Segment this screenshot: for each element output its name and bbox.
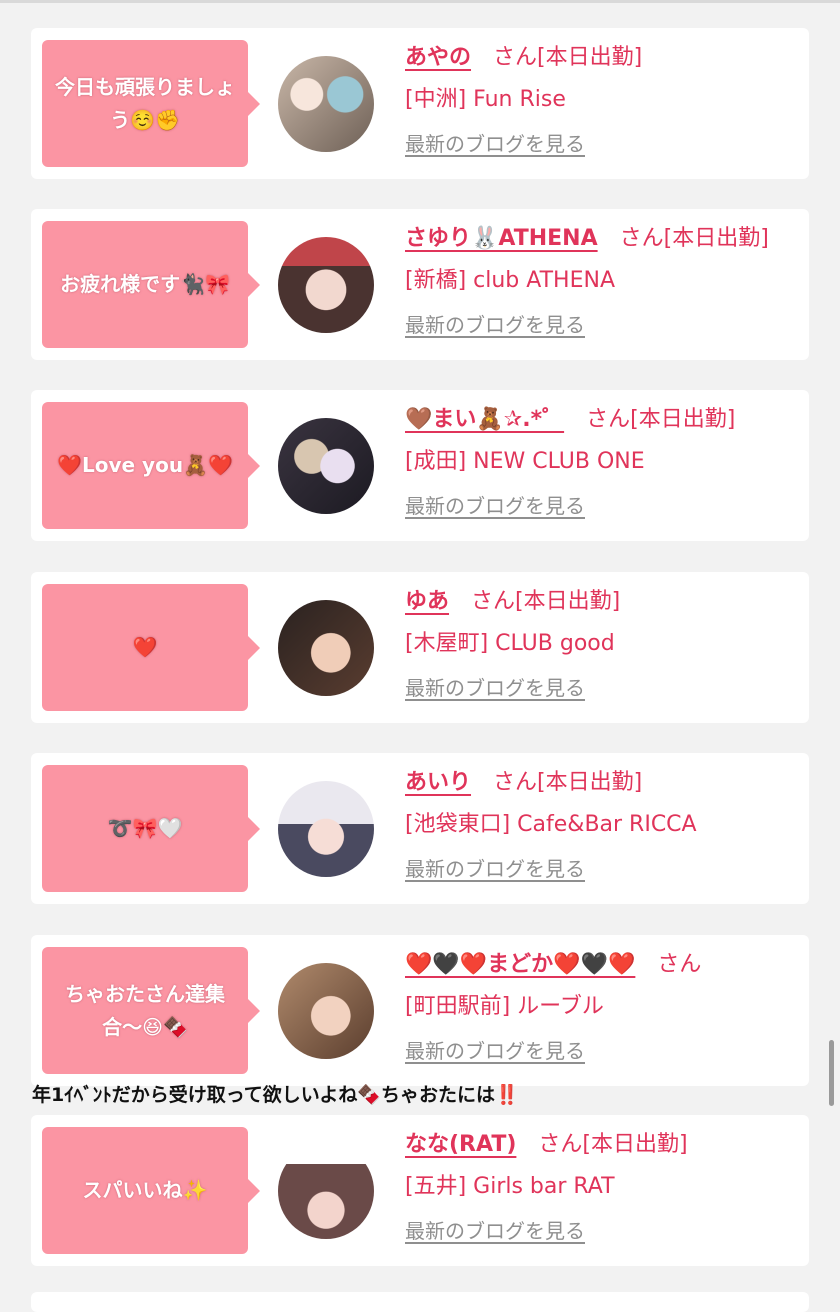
attendance-status: [本日出勤] <box>630 407 736 432</box>
message-text: ちゃおたさん達集合〜😆🍫 <box>65 981 225 1039</box>
list-item[interactable]: お疲れ様です🐈‍⬛🎀 さゆり🐰ATHENA さん[本日出勤] [新橋] club … <box>31 209 809 360</box>
honorific: さん <box>471 589 516 614</box>
honorific: さん <box>493 770 538 795</box>
girl-name-link[interactable]: あやの <box>405 45 471 70</box>
shop-name: [町田駅前] ルーブル <box>405 994 604 1019</box>
attendance-status: [本日出勤] <box>582 1132 688 1157</box>
avatar[interactable] <box>278 600 374 696</box>
list-item[interactable]: スパいいね✨ なな(RAT) さん[本日出勤] [五井] Girls bar RA… <box>31 1115 809 1266</box>
blog-link[interactable]: 最新のブログを見る <box>405 128 585 157</box>
overlay-caption: 年1ｲﾍﾞﾝﾄだから受け取って欲しいよね🍫ちゃおたには‼️ <box>32 1084 519 1106</box>
avatar[interactable] <box>278 781 374 877</box>
attendance-status: [本日出勤] <box>515 589 621 614</box>
honorific: さん <box>538 1132 583 1157</box>
message-bubble: ❤️Love you🧸❤️ <box>42 402 260 529</box>
list-item[interactable]: 今日も頑張りましょう☺️✊ あやの さん[本日出勤] [中洲] Fun Rise … <box>31 28 809 179</box>
attendance-status: [本日出勤] <box>537 770 643 795</box>
list-item[interactable]: ➰🎀🤍 あいり さん[本日出勤] [池袋東口] Cafe&Bar RICCA 最新… <box>31 753 809 904</box>
girl-name-link[interactable]: あいり <box>405 770 471 795</box>
blog-link[interactable]: 最新のブログを見る <box>405 1035 585 1064</box>
girl-name-link[interactable]: ❤️🖤❤️まどか❤️🖤❤️ <box>405 952 635 977</box>
blog-link[interactable]: 最新のブログを見る <box>405 309 585 338</box>
list-item[interactable]: ❤️ ゆあ さん[本日出勤] [木屋町] CLUB good 最新のブログを見る <box>31 572 809 723</box>
message-text: スパいいね✨ <box>82 1178 208 1202</box>
message-bubble: スパいいね✨ <box>42 1127 260 1254</box>
message-text: ❤️Love you🧸❤️ <box>57 453 233 477</box>
avatar[interactable] <box>278 237 374 333</box>
avatar[interactable] <box>278 963 374 1059</box>
list-item-partial <box>31 1292 809 1312</box>
shop-name: [木屋町] CLUB good <box>405 631 615 656</box>
honorific: さん <box>493 45 538 70</box>
scrollbar[interactable] <box>829 1040 834 1106</box>
girl-name-link[interactable]: ゆあ <box>405 589 449 614</box>
avatar[interactable] <box>278 1143 374 1239</box>
message-bubble: ❤️ <box>42 584 260 711</box>
shop-name: [池袋東口] Cafe&Bar RICCA <box>405 812 697 837</box>
girl-name-link[interactable]: 🤎まい🧸✰.*゜ <box>405 407 564 432</box>
honorific: さん <box>586 407 631 432</box>
blog-link[interactable]: 最新のブログを見る <box>405 490 585 519</box>
avatar[interactable] <box>278 418 374 514</box>
honorific: さん <box>619 226 664 251</box>
shop-name: [成田] NEW CLUB ONE <box>405 449 645 474</box>
girl-name-link[interactable]: なな(RAT) <box>405 1132 516 1157</box>
message-text: ❤️ <box>132 635 158 659</box>
blog-link[interactable]: 最新のブログを見る <box>405 672 585 701</box>
shop-name: [新橋] club ATHENA <box>405 268 615 293</box>
message-text: ➰🎀🤍 <box>107 816 183 840</box>
message-bubble: ➰🎀🤍 <box>42 765 260 892</box>
message-bubble: 今日も頑張りましょう☺️✊ <box>42 40 260 167</box>
blog-link[interactable]: 最新のブログを見る <box>405 1215 585 1244</box>
shop-name: [五井] Girls bar RAT <box>405 1174 615 1199</box>
attendance-status: [本日出勤] <box>663 226 769 251</box>
honorific: さん <box>657 952 702 977</box>
shop-name: [中洲] Fun Rise <box>405 87 566 112</box>
list-item[interactable]: ❤️Love you🧸❤️ 🤎まい🧸✰.*゜ さん[本日出勤] [成田] NEW … <box>31 390 809 541</box>
message-bubble: お疲れ様です🐈‍⬛🎀 <box>42 221 260 348</box>
attendance-status: [本日出勤] <box>537 45 643 70</box>
list-item[interactable]: ちゃおたさん達集合〜😆🍫 ❤️🖤❤️まどか❤️🖤❤️ さん [町田駅前] ルーブル… <box>31 935 809 1086</box>
message-text: お疲れ様です🐈‍⬛🎀 <box>60 272 230 296</box>
girl-name-link[interactable]: さゆり🐰ATHENA <box>405 226 598 251</box>
avatar[interactable] <box>278 56 374 152</box>
blog-link[interactable]: 最新のブログを見る <box>405 853 585 882</box>
message-bubble: ちゃおたさん達集合〜😆🍫 <box>42 947 260 1074</box>
message-text: 今日も頑張りましょう☺️✊ <box>55 74 235 132</box>
